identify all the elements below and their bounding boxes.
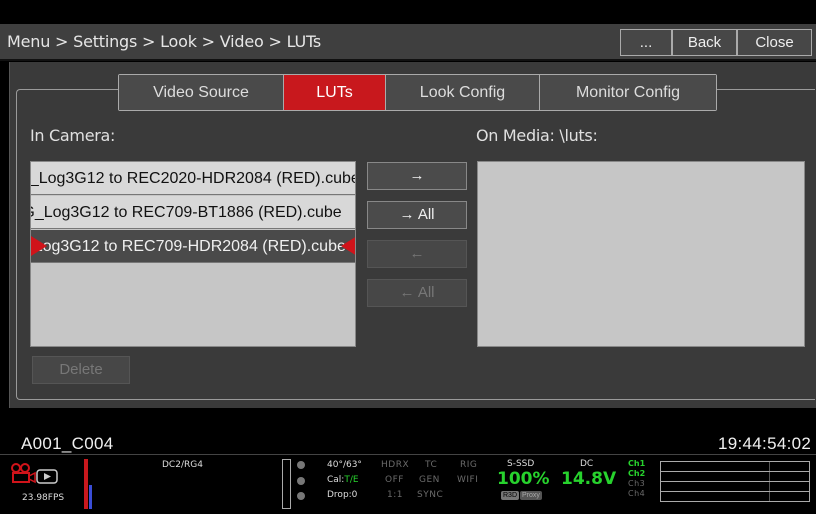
on-media-label: On Media: \luts:: [476, 126, 598, 145]
hdrx-label: HDRX: [381, 460, 410, 470]
timecode-label: TC: [425, 460, 438, 470]
channel-1: Ch1: [628, 459, 646, 468]
close-button[interactable]: Close: [737, 29, 812, 56]
audio-meter-left: [84, 459, 88, 509]
more-button[interactable]: ...: [620, 29, 672, 56]
list-item-label: RWG_Log3G12 to REC2020-HDR2084 (RED).cub…: [31, 170, 356, 187]
rig-label: RIG: [460, 460, 478, 470]
status-dot: [297, 492, 305, 500]
status-dot: [297, 461, 305, 469]
status-bar: 23.98FPS DC2/RG4 40°/63° Cal:T/E Drop:0 …: [0, 454, 816, 514]
fps-readout: 23.98FPS: [22, 493, 65, 503]
histogram-frame: [282, 459, 291, 509]
in-camera-list[interactable]: RWG_Log3G12 to REC2020-HDR2084 (RED).cub…: [30, 161, 356, 347]
media-remaining: 100%: [497, 469, 550, 489]
sensor-temp: 40°/63°: [327, 460, 362, 470]
clip-name: A001_C004: [21, 434, 114, 453]
breadcrumb: Menu > Settings > Look > Video > LUTs: [7, 32, 322, 51]
copy-all-to-media-button[interactable]: → All: [367, 201, 467, 229]
list-item[interactable]: RWG_Log3G12 to REC2020-HDR2084 (RED).cub…: [31, 162, 356, 195]
channel-2: Ch2: [628, 469, 646, 478]
tab-monitor-config[interactable]: Monitor Config: [540, 75, 716, 110]
power-label: DC: [580, 459, 594, 469]
tab-luts[interactable]: LUTs: [284, 75, 386, 110]
copy-all-to-camera-button[interactable]: ← All: [367, 279, 467, 307]
timecode-source: GEN: [419, 475, 440, 485]
title-bar: Menu > Settings > Look > Video > LUTs ..…: [0, 24, 816, 61]
dropped-frames: Drop:0: [327, 490, 358, 500]
list-item-label: RWG_Log3G12 to REC709-HDR2084 (RED).cube: [31, 238, 346, 255]
in-camera-label: In Camera:: [30, 126, 116, 145]
list-item[interactable]: RWG_Log3G12 to REC709-BT1886 (RED).cube: [31, 196, 355, 229]
look-label: DC2/RG4: [162, 460, 203, 470]
wifi-label: WIFI: [457, 475, 479, 485]
list-item-selected[interactable]: RWG_Log3G12 to REC709-HDR2084 (RED).cube: [31, 230, 355, 263]
proxy-badge: Proxy: [520, 491, 542, 500]
copy-to-media-button[interactable]: →: [367, 162, 467, 190]
media-label: S-SSD: [507, 459, 535, 469]
power-voltage: 14.8V: [561, 469, 617, 489]
selection-left-marker-icon: [31, 236, 47, 256]
delete-button[interactable]: Delete: [32, 356, 130, 384]
hdrx-value: OFF: [385, 475, 404, 485]
sync-label: SYNC: [417, 490, 444, 500]
channel-3: Ch3: [628, 479, 646, 488]
audio-meter-right: [89, 485, 92, 509]
copy-to-camera-button[interactable]: ←: [367, 240, 467, 268]
top-border: [0, 0, 816, 24]
hdrx-ratio: 1:1: [387, 490, 403, 500]
channel-4: Ch4: [628, 489, 646, 498]
calibration-status: Cal:T/E: [327, 475, 359, 485]
r3d-badge: R3D: [501, 491, 520, 500]
on-media-list[interactable]: [477, 161, 805, 347]
list-item-label: RWG_Log3G12 to REC709-BT1886 (RED).cube: [31, 204, 342, 221]
audio-meter-ch4: [660, 491, 810, 502]
clip-info-bar: [0, 408, 816, 454]
back-button[interactable]: Back: [672, 29, 737, 56]
tab-video-source[interactable]: Video Source: [119, 75, 284, 110]
tab-look-config[interactable]: Look Config: [386, 75, 540, 110]
status-dot: [297, 477, 305, 485]
timecode: 19:44:54:02: [718, 434, 812, 453]
format-badges: R3D Proxy: [501, 491, 542, 500]
tab-bar: Video Source LUTs Look Config Monitor Co…: [118, 74, 717, 111]
selection-right-marker-icon: [341, 236, 355, 256]
playback-icon: [36, 469, 58, 484]
